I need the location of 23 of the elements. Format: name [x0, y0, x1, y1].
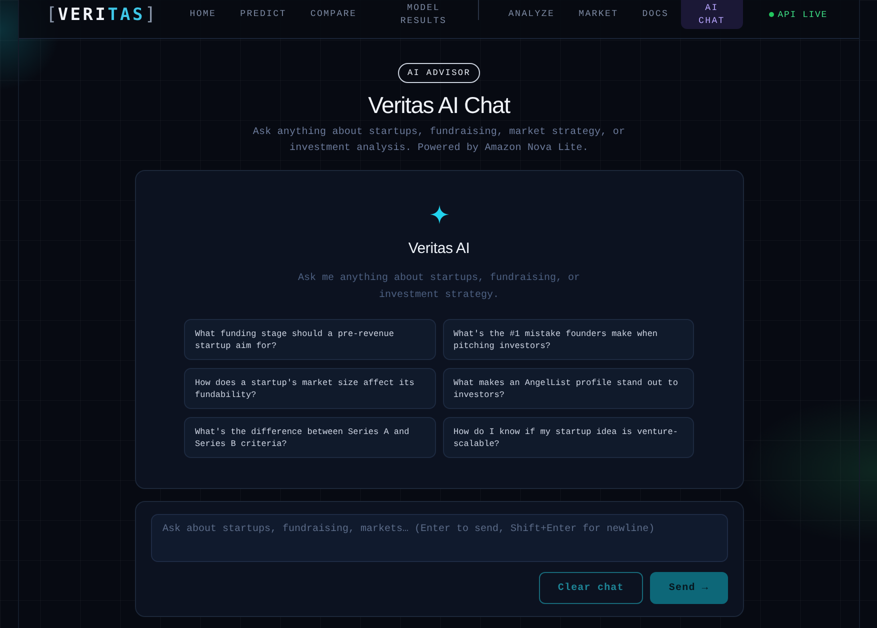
api-status: API LIVE: [778, 10, 828, 20]
section-badge: AI ADVISOR: [398, 63, 480, 83]
assistant-name: Veritas AI: [408, 239, 470, 259]
suggestion-chip[interactable]: How do I know if my startup idea is venture-scalable?: [442, 417, 694, 458]
nav-link[interactable]: MARKET: [566, 0, 630, 29]
sparkle-icon: [430, 205, 448, 224]
suggestion-chip[interactable]: How does a startup's market size affect its fundability?: [184, 368, 436, 409]
page-title: Veritas AI Chat: [368, 91, 510, 120]
nav-link[interactable]: MODEL RESULTS: [368, 0, 478, 29]
nav-link[interactable]: AI CHAT: [680, 0, 743, 29]
nav-link[interactable]: HOME: [178, 0, 228, 29]
nav-link[interactable]: DOCS: [630, 0, 681, 29]
nav-link[interactable]: ANALYZE: [496, 0, 567, 29]
suggestion-chip[interactable]: What makes an AngelList profile stand out to investors?: [442, 368, 694, 409]
suggestion-chip[interactable]: What funding stage should a pre-revenue startup aim for?: [184, 319, 436, 360]
message-input[interactable]: Ask about startups, fundraising, markets… (Enter to send, Shift+Enter for newline): [150, 514, 728, 562]
suggestion-chip[interactable]: What's the difference between Series A and Series B criteria?: [184, 417, 436, 458]
page-subtitle: Ask anything about startups, fundraising, market strategy, or investment analysis. Powered by Amazon Nova Lite.: [252, 126, 626, 156]
clear-chat-button[interactable]: Clear chat: [538, 572, 643, 604]
suggestion-chip[interactable]: What's the #1 mistake founders make when pitching investors?: [442, 319, 694, 360]
nav-link[interactable]: PREDICT: [228, 0, 298, 29]
assistant-intro: Ask me anything about startups, fundraising, or investment strategy.: [296, 272, 582, 303]
nav-link[interactable]: COMPARE: [298, 0, 369, 29]
